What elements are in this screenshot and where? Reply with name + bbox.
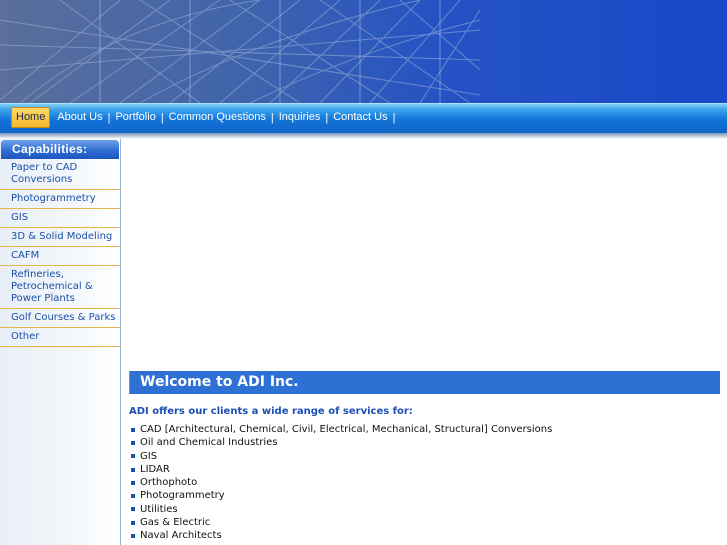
nav-about-us[interactable]: About Us: [53, 108, 106, 127]
sidebar-item-gis[interactable]: GIS: [0, 209, 120, 228]
service-label: Photogrammetry: [140, 490, 225, 502]
list-item: LIDAR: [131, 463, 721, 476]
service-label: Orthophoto: [140, 477, 198, 489]
capabilities-sidebar: Capabilities: Paper to CAD Conversions P…: [0, 139, 121, 545]
service-label: GIS: [140, 450, 158, 462]
list-item: Gas & Electric: [131, 516, 721, 529]
service-label: LIDAR: [140, 463, 170, 475]
service-label: Naval Architects: [140, 530, 222, 542]
bullet-icon: [131, 480, 135, 485]
nav-common-questions[interactable]: Common Questions: [165, 108, 270, 127]
bullet-icon: [131, 534, 135, 539]
bullet-icon: [131, 454, 135, 459]
nav-separator: |: [392, 111, 396, 124]
banner-artwork: [0, 0, 481, 103]
nav-home[interactable]: Home: [11, 107, 51, 128]
list-item: Naval Architects: [131, 529, 721, 542]
services-list: CAD [Architectural, Chemical, Civil, Ele…: [131, 423, 721, 543]
service-label: CAD [Architectural, Chemical, Civil, Ele…: [140, 424, 553, 435]
sidebar-item-photogrammetry[interactable]: Photogrammetry: [0, 190, 120, 209]
capabilities-heading: Capabilities:: [1, 140, 119, 159]
header-banner: [0, 0, 727, 103]
bullet-icon: [131, 507, 135, 512]
service-label: Utilities: [140, 503, 178, 515]
list-item: Oil and Chemical Industries: [131, 436, 721, 449]
bullet-icon: [131, 467, 135, 472]
service-label: Oil and Chemical Industries: [140, 437, 278, 449]
nav-portfolio[interactable]: Portfolio: [111, 108, 159, 127]
welcome-heading: Welcome to ADI Inc.: [129, 371, 720, 394]
capabilities-list: Paper to CAD Conversions Photogrammetry …: [0, 159, 120, 347]
sidebar-item-refineries[interactable]: Refineries, Petrochemical & Power Plants: [0, 266, 120, 309]
list-item: GIS: [131, 450, 721, 463]
bullet-icon: [131, 494, 135, 499]
list-item: Orthophoto: [131, 476, 721, 489]
service-label: Gas & Electric: [140, 517, 211, 529]
main-nav: Home About Us | Portfolio | Common Quest…: [11, 107, 396, 128]
nav-contact-us[interactable]: Contact Us: [329, 108, 391, 127]
bullet-icon: [131, 520, 135, 525]
bullet-icon: [131, 427, 135, 432]
bullet-icon: [131, 440, 135, 445]
list-item: Photogrammetry: [131, 489, 721, 502]
sidebar-item-cafm[interactable]: CAFM: [0, 247, 120, 266]
list-item: Utilities: [131, 503, 721, 516]
sidebar-item-golf-courses[interactable]: Golf Courses & Parks: [0, 309, 120, 328]
sidebar-item-other[interactable]: Other: [0, 328, 120, 347]
sidebar-item-3d-solid-modeling[interactable]: 3D & Solid Modeling: [0, 228, 120, 247]
intro-text: ADI offers our clients a wide range of s…: [129, 406, 413, 417]
nav-inquiries[interactable]: Inquiries: [275, 108, 325, 127]
list-item: CAD [Architectural, Chemical, Civil, Ele…: [131, 423, 721, 436]
sidebar-item-paper-to-cad[interactable]: Paper to CAD Conversions: [0, 159, 120, 190]
